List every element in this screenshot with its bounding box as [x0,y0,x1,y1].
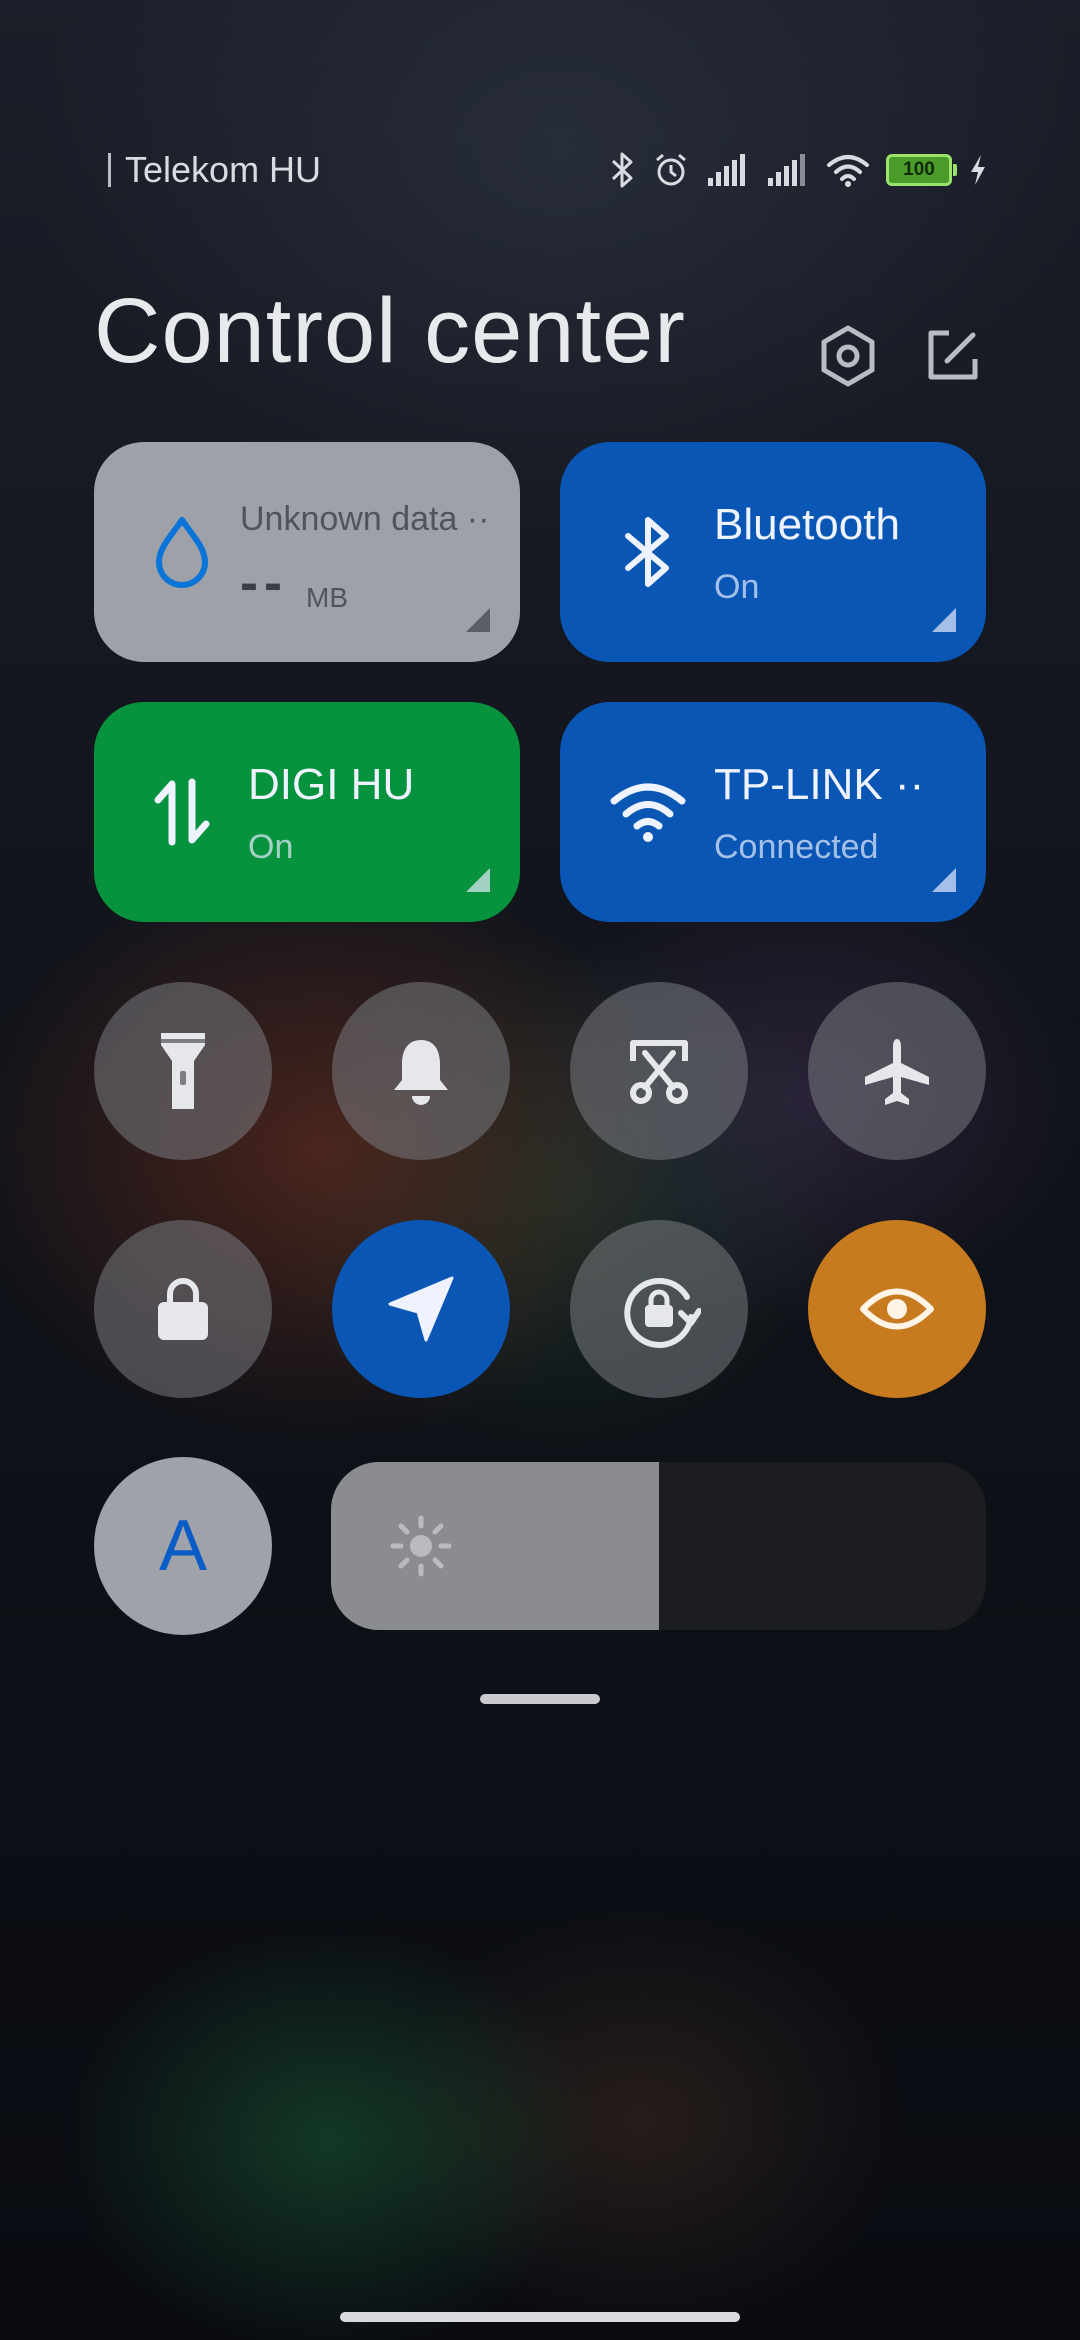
bell-icon [394,1040,448,1105]
data-usage-unit: MB [306,582,348,613]
mobile-data-status: On [248,828,294,866]
airplane-toggle[interactable] [808,982,986,1160]
flashlight-icon [161,1033,205,1109]
lock-icon [158,1278,208,1340]
reading-mode-eye-icon [860,1288,934,1330]
carrier-name: Telekom HU [125,149,322,190]
flashlight-toggle[interactable] [94,982,272,1160]
wifi-tile-icon-wrap [610,774,686,850]
brightness-slider[interactable] [331,1462,986,1630]
sun-icon [390,1515,452,1577]
location-icon [388,1276,454,1342]
bluetooth-tile-icon-wrap [610,514,686,590]
edit-button[interactable] [916,320,988,392]
battery-level: 100 [903,159,935,180]
data-usage-tile[interactable]: Unknown data ·· -- MB [94,442,520,662]
bluetooth-icon [625,517,669,587]
airplane-icon [865,1039,929,1105]
panel-drag-handle[interactable] [480,1694,600,1704]
lock-screen-toggle[interactable] [94,1220,272,1398]
wifi-tile[interactable]: TP-LINK ·· Connected [560,702,986,922]
home-indicator[interactable] [340,2312,740,2322]
mobile-data-icon-wrap [144,774,220,850]
water-drop-icon [156,517,208,588]
bluetooth-icon [611,152,633,188]
rotation-lock-icon [624,1277,701,1348]
wifi-icon [610,783,686,842]
battery-icon: 100 [886,154,957,186]
data-usage-icon-wrap [144,514,220,590]
mobile-data-tile[interactable]: DIGI HU On [94,702,520,922]
carrier: Telekom HU [108,149,321,191]
expand-corner [932,868,956,892]
bluetooth-title: Bluetooth [714,500,900,549]
carrier-separator [108,153,111,187]
expand-corner [932,608,956,632]
brightness-fill [331,1462,659,1630]
status-bar: Telekom HU 100 [108,140,988,200]
edit-icon [928,330,978,380]
expand-corner [466,608,490,632]
auto-brightness-icon: A [158,1506,208,1586]
settings-hex-icon [821,325,875,387]
data-usage-value: -- [240,553,288,613]
expand-corner [466,868,490,892]
signal-icon-sim2 [768,154,805,186]
data-usage-title: Unknown data ·· [240,500,490,538]
reading-mode-toggle[interactable] [808,1220,986,1398]
signal-icon-sim1 [708,154,745,186]
mobile-data-title: DIGI HU [248,760,415,809]
charging-icon [971,155,985,185]
rotation-lock-toggle[interactable] [570,1220,748,1398]
bluetooth-status: On [714,568,760,606]
location-toggle[interactable] [332,1220,510,1398]
auto-brightness-toggle[interactable]: A [94,1457,272,1635]
page-title: Control center [94,280,686,382]
mobile-data-arrows-icon [154,778,210,846]
screenshot-toggle[interactable] [570,982,748,1160]
wifi-status: Connected [714,828,879,866]
settings-button[interactable] [812,320,884,392]
alarm-icon [656,153,686,186]
wifi-icon [827,155,869,187]
screenshot-icon [630,1040,688,1104]
bluetooth-tile[interactable]: Bluetooth On [560,442,986,662]
sound-toggle[interactable] [332,982,510,1160]
status-icons: 100 [610,151,988,189]
wifi-title: TP-LINK ·· [714,760,925,809]
